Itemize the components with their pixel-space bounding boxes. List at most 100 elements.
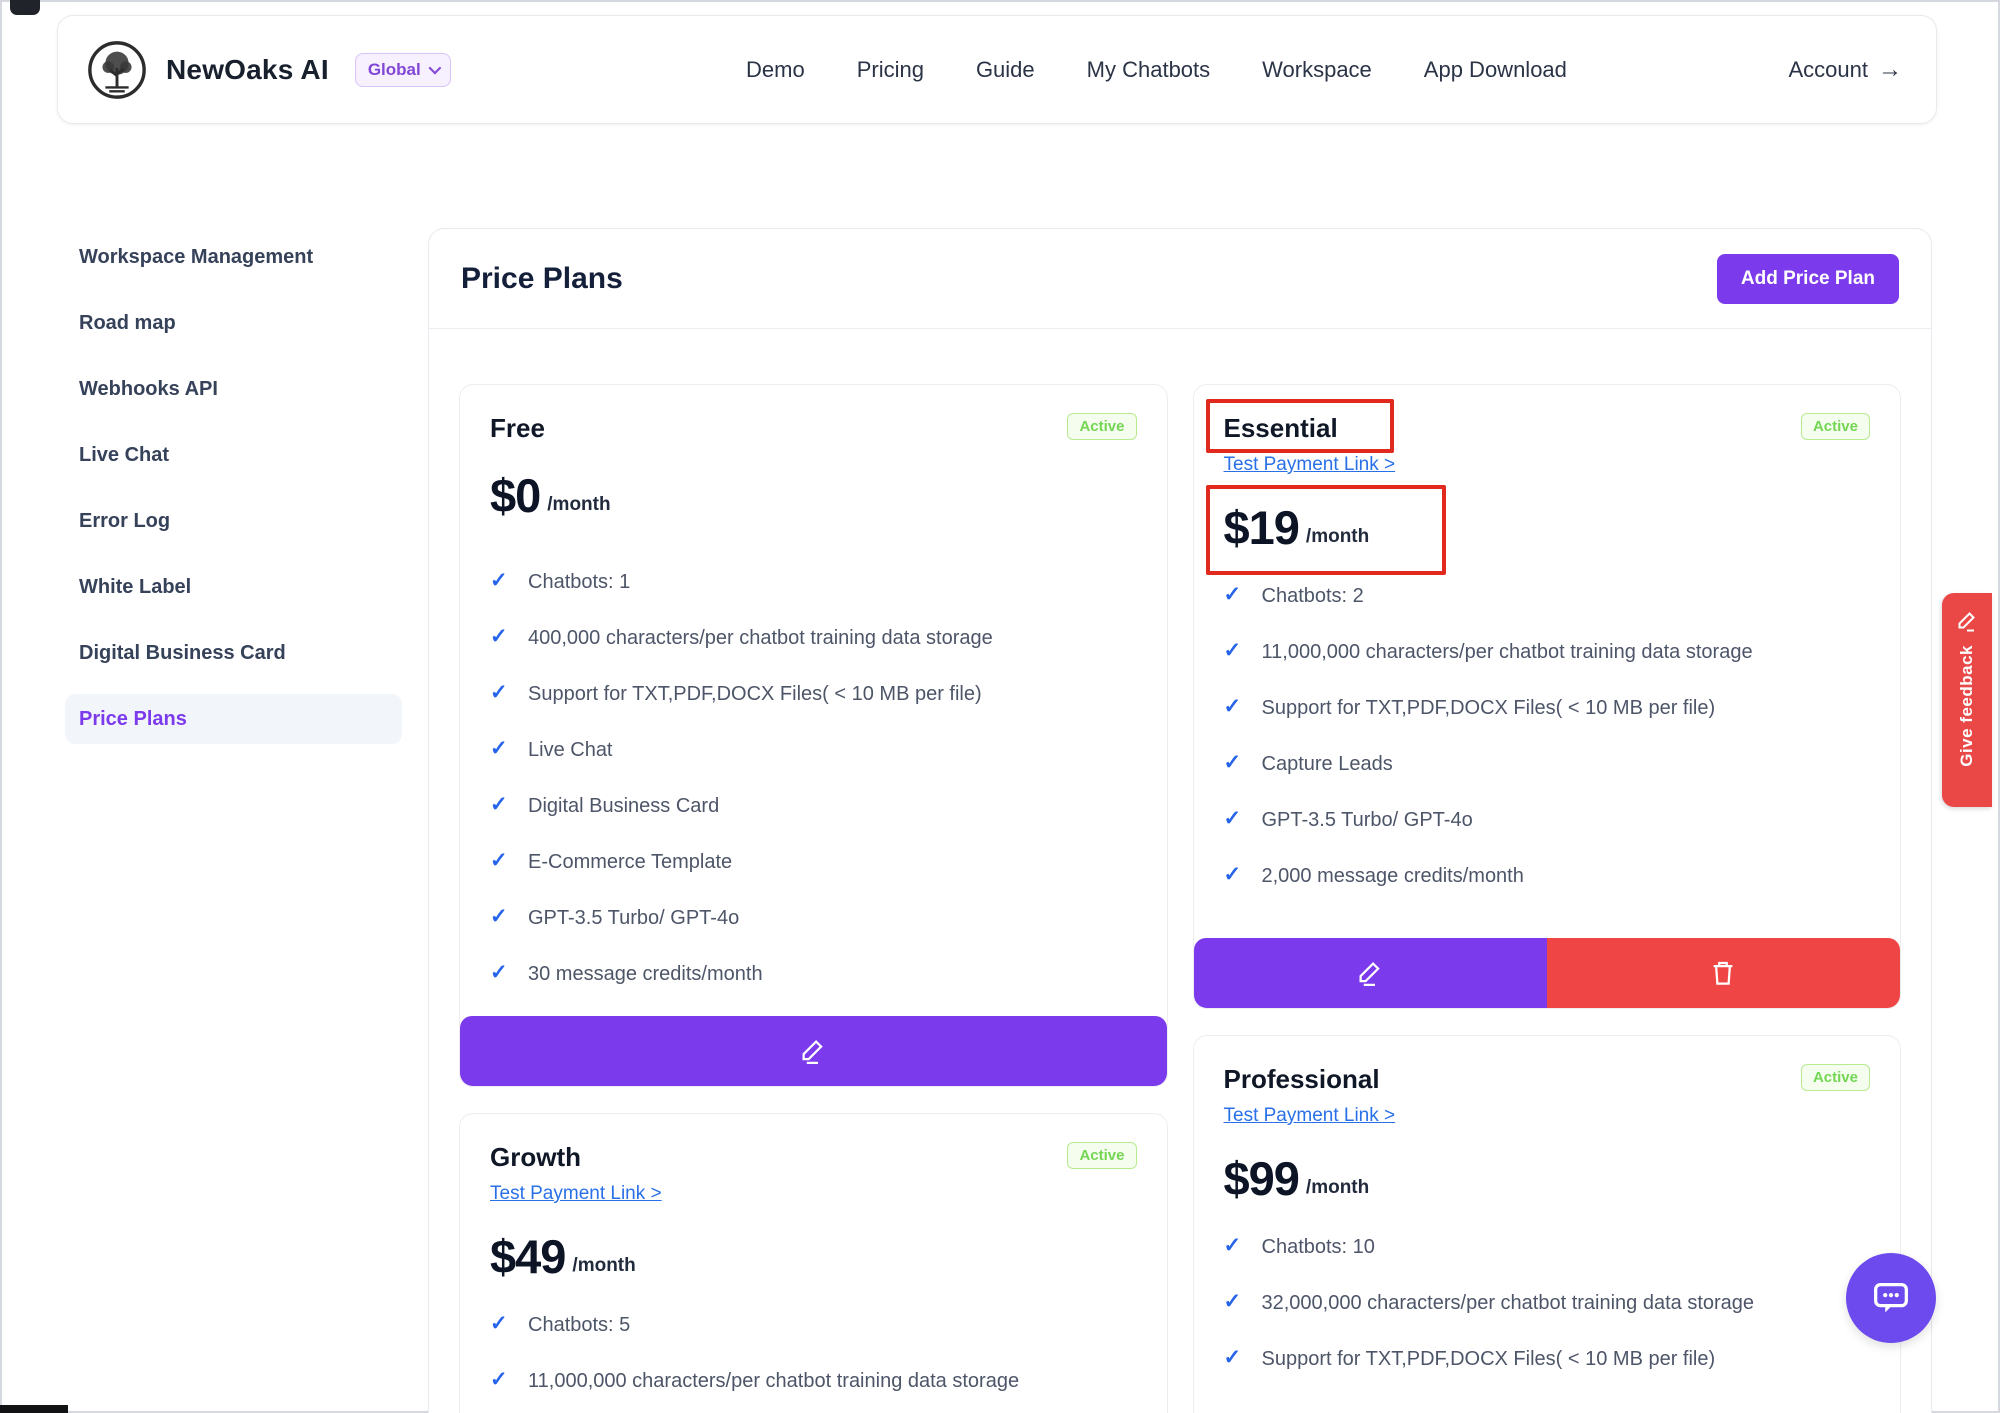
plan-period: /month [1306,1177,1369,1206]
test-payment-link[interactable]: Test Payment Link > [1224,454,1396,476]
plan-period: /month [547,494,610,523]
sidebar-item-workspace-management[interactable]: Workspace Management [65,232,402,282]
brand-name: NewOaks AI [166,54,329,86]
plan-title: Professional [1224,1064,1380,1095]
feature-list: ✓ Chatbots: 2 ✓ 11,000,000 characters/pe… [1224,585,1871,888]
give-feedback-tab[interactable]: Give feedback [1942,593,1992,807]
nav-link[interactable]: Demo [746,57,805,83]
nav-link[interactable]: App Download [1424,57,1567,83]
chevron-down-icon [428,62,441,75]
check-icon: ✓ [1224,1348,1246,1368]
feature-list: ✓ Chatbots: 10 ✓ 32,000,000 characters/p… [1224,1236,1871,1371]
delete-plan-button[interactable] [1547,938,1900,1008]
status-badge: Active [1067,1142,1136,1169]
bottom-left-artifact [0,1405,68,1413]
feature-row: ✓ Live Chat [490,739,1137,762]
test-payment-link[interactable]: Test Payment Link > [490,1183,662,1205]
plan-card-growth: Growth Active Test Payment Link > $49 /m… [459,1113,1168,1413]
check-icon: ✓ [1224,641,1246,661]
feature-text: GPT-3.5 Turbo/ GPT-4o [1262,809,1473,832]
check-icon: ✓ [1224,809,1246,829]
pencil-icon [1355,958,1385,988]
feature-text: Support for TXT,PDF,DOCX Files( < 10 MB … [1262,1348,1716,1371]
feature-row: ✓ 400,000 characters/per chatbot trainin… [490,627,1137,650]
edit-plan-button[interactable] [460,1016,1167,1086]
feature-text: Chatbots: 5 [528,1314,630,1337]
check-icon: ✓ [490,683,512,703]
feature-text: E-Commerce Template [528,851,732,874]
newoaks-logo-icon [86,39,148,101]
feature-text: 11,000,000 characters/per chatbot traini… [528,1370,1019,1393]
feature-text: GPT-3.5 Turbo/ GPT-4o [528,907,739,930]
account-label: Account [1789,57,1869,83]
arrow-right-icon: → [1878,56,1902,84]
feature-text: 2,000 message credits/month [1262,865,1524,888]
feature-list: ✓ Chatbots: 5 ✓ 11,000,000 characters/pe… [490,1314,1137,1393]
sidebar: Workspace Management Road map Webhooks A… [65,232,402,744]
pencil-icon [798,1036,828,1066]
feature-text: Support for TXT,PDF,DOCX Files( < 10 MB … [528,683,982,706]
cards-column-right: Essential Active Test Payment Link > $19… [1193,384,1902,1413]
check-icon: ✓ [490,907,512,927]
plan-title: Growth [490,1142,581,1173]
feature-row: ✓ 11,000,000 characters/per chatbot trai… [490,1370,1137,1393]
top-navbar: NewOaks AI Global Demo Pricing Guide My … [57,15,1937,124]
nav-link[interactable]: Pricing [857,57,924,83]
feature-text: Chatbots: 1 [528,571,630,594]
page-title: Price Plans [461,262,623,296]
check-icon: ✓ [490,571,512,591]
feature-row: ✓ Digital Business Card [490,795,1137,818]
plan-price: $0 [490,468,540,523]
nav-link[interactable]: Guide [976,57,1035,83]
sidebar-item-webhooks-api[interactable]: Webhooks API [65,364,402,414]
status-badge: Active [1067,413,1136,440]
feature-text: Live Chat [528,739,613,762]
feature-text: 400,000 characters/per chatbot training … [528,627,993,650]
feature-row: ✓ 2,000 message credits/month [1224,865,1871,888]
add-price-plan-button[interactable]: Add Price Plan [1717,254,1899,304]
sidebar-item-white-label[interactable]: White Label [65,562,402,612]
chat-widget-button[interactable] [1846,1253,1936,1343]
status-badge: Active [1801,1064,1870,1091]
plan-card-professional: Professional Active Test Payment Link > … [1193,1035,1902,1413]
brand[interactable]: NewOaks AI [86,39,329,101]
trash-icon [1708,958,1738,988]
feature-row: ✓ GPT-3.5 Turbo/ GPT-4o [490,907,1137,930]
check-icon: ✓ [490,963,512,983]
feature-row: ✓ Chatbots: 5 [490,1314,1137,1337]
feature-text: 32,000,000 characters/per chatbot traini… [1262,1292,1755,1315]
feedback-label: Give feedback [1957,645,1977,767]
check-icon: ✓ [490,739,512,759]
plan-card-free: Free Active $0 /month ✓ Chatbots: 1 [459,384,1168,1087]
nav-link[interactable]: My Chatbots [1087,57,1211,83]
feature-row: ✓ GPT-3.5 Turbo/ GPT-4o [1224,809,1871,832]
test-payment-link[interactable]: Test Payment Link > [1224,1105,1396,1127]
plan-price: $49 [490,1229,565,1284]
check-icon: ✓ [1224,585,1246,605]
sidebar-item-error-log[interactable]: Error Log [65,496,402,546]
panel-header: Price Plans Add Price Plan [429,229,1931,329]
plan-cards-grid: Free Active $0 /month ✓ Chatbots: 1 [429,329,1931,1413]
feature-list: ✓ Chatbots: 1 ✓ 400,000 characters/per c… [490,571,1137,986]
feature-row: ✓ Support for TXT,PDF,DOCX Files( < 10 M… [1224,697,1871,720]
account-link[interactable]: Account → [1789,16,1903,123]
status-badge: Active [1801,413,1870,440]
nav-link[interactable]: Workspace [1262,57,1372,83]
sidebar-item-live-chat[interactable]: Live Chat [65,430,402,480]
plan-title: Free [490,413,545,444]
check-icon: ✓ [490,627,512,647]
feature-row: ✓ Capture Leads [1224,753,1871,776]
feature-row: ✓ Support for TXT,PDF,DOCX Files( < 10 M… [1224,1348,1871,1371]
top-left-artifact [10,0,40,15]
edit-plan-button[interactable] [1194,938,1547,1008]
plan-period: /month [572,1255,635,1284]
sidebar-item-road-map[interactable]: Road map [65,298,402,348]
check-icon: ✓ [1224,1236,1246,1256]
plan-price: $99 [1224,1151,1299,1206]
plan-price: $19 [1224,500,1299,555]
feature-text: Chatbots: 10 [1262,1236,1375,1259]
sidebar-item-price-plans[interactable]: Price Plans [65,694,402,744]
region-dropdown[interactable]: Global [355,53,451,87]
cards-column-left: Free Active $0 /month ✓ Chatbots: 1 [459,384,1168,1413]
sidebar-item-digital-business-card[interactable]: Digital Business Card [65,628,402,678]
